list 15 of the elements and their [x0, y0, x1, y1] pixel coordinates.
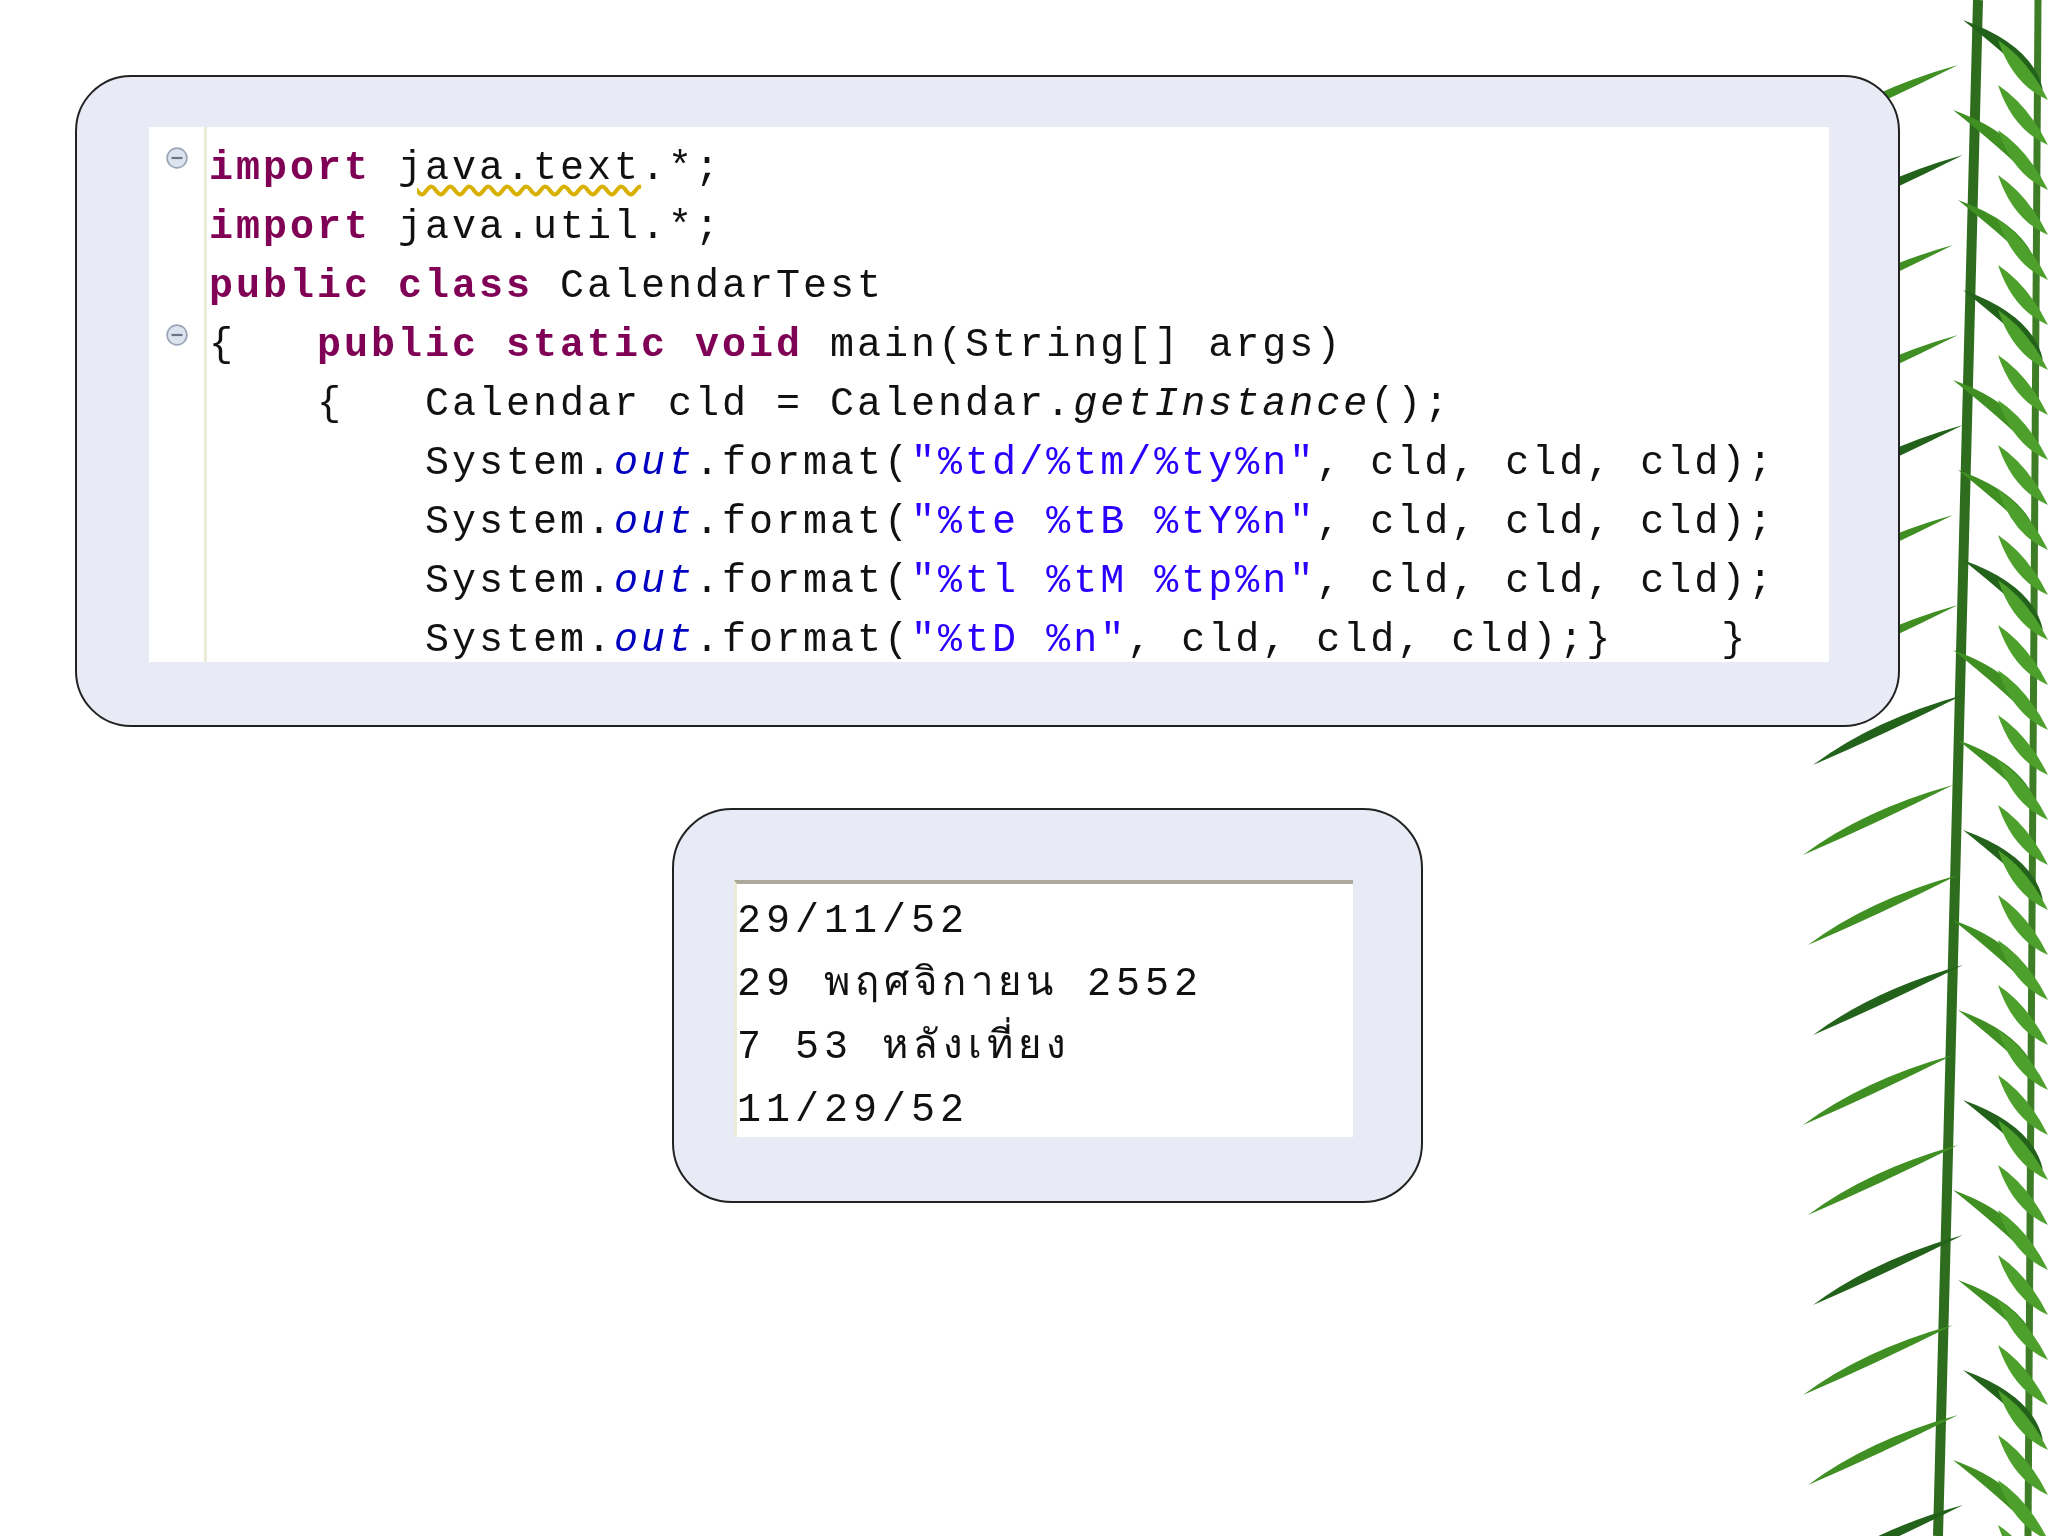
code-line: { public static void main(String[] args) [209, 322, 1345, 370]
output-line: 29/11/52 [737, 898, 971, 946]
output-line: 11/29/52 [737, 1087, 971, 1135]
code-line: import java.util.*; [209, 204, 724, 252]
code-line: System.out.format("%tl %tM %tp%n", cld, cld, cld); [424, 558, 1776, 606]
code-line: System.out.format("%te %tB %tY%n", cld, cld, cld); [424, 499, 1776, 547]
collapse-icon[interactable] [165, 147, 188, 169]
code-line: import java.text.*; [209, 145, 724, 193]
code-line: { Calendar cld = Calendar.getInstance(); [316, 381, 1453, 429]
output-line: 7 53 หลังเที่ยง [737, 1016, 1353, 1079]
output-line: 29 พฤศจิกายน 2552 [737, 961, 1205, 1009]
collapse-icon[interactable] [165, 324, 188, 346]
code-line: System.out.format("%tD %n", cld, cld, cld);} } [424, 617, 1750, 665]
code-line: System.out.format("%td/%tm/%ty%n", cld, cld, cld); [424, 440, 1776, 488]
code-line: public class CalendarTest [209, 263, 886, 311]
